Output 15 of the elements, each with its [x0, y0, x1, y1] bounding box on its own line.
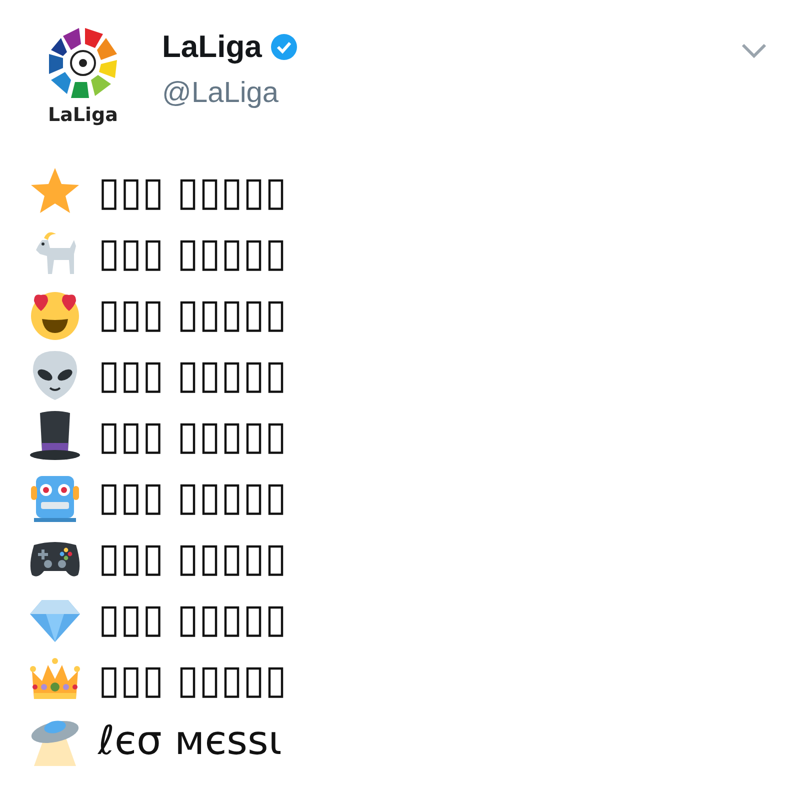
tweet-text-line: ▯▯▯ ▯▯▯▯▯ — [98, 660, 287, 700]
caret-icon[interactable] — [741, 42, 767, 59]
tweet-text-line: ▯▯▯ ▯▯▯▯▯ — [98, 416, 287, 456]
tweet-text-line: ▯▯▯ ▯▯▯▯▯ — [98, 538, 287, 578]
tweet-text-line: ▯▯▯ ▯▯▯▯▯ — [98, 232, 287, 272]
top-hat-icon — [28, 408, 82, 462]
tweet-text-line: ▯▯▯ ▯▯▯▯▯ — [98, 598, 287, 638]
tweet-text-line: ▯▯▯ ▯▯▯▯▯ — [98, 172, 287, 212]
tweet-text-line: ▯▯▯ ▯▯▯▯▯ — [98, 476, 287, 516]
tweet-text-line: ▯▯▯ ▯▯▯▯▯ — [98, 294, 287, 334]
logo-text: LaLiga — [48, 106, 118, 125]
tweet-text-line: ℓєσ мєѕѕι — [98, 720, 282, 760]
account-handle: @LaLiga — [162, 78, 280, 110]
account-name: LaLiga — [162, 30, 262, 64]
tweet-text-line: ▯▯▯ ▯▯▯▯▯ — [98, 354, 287, 394]
